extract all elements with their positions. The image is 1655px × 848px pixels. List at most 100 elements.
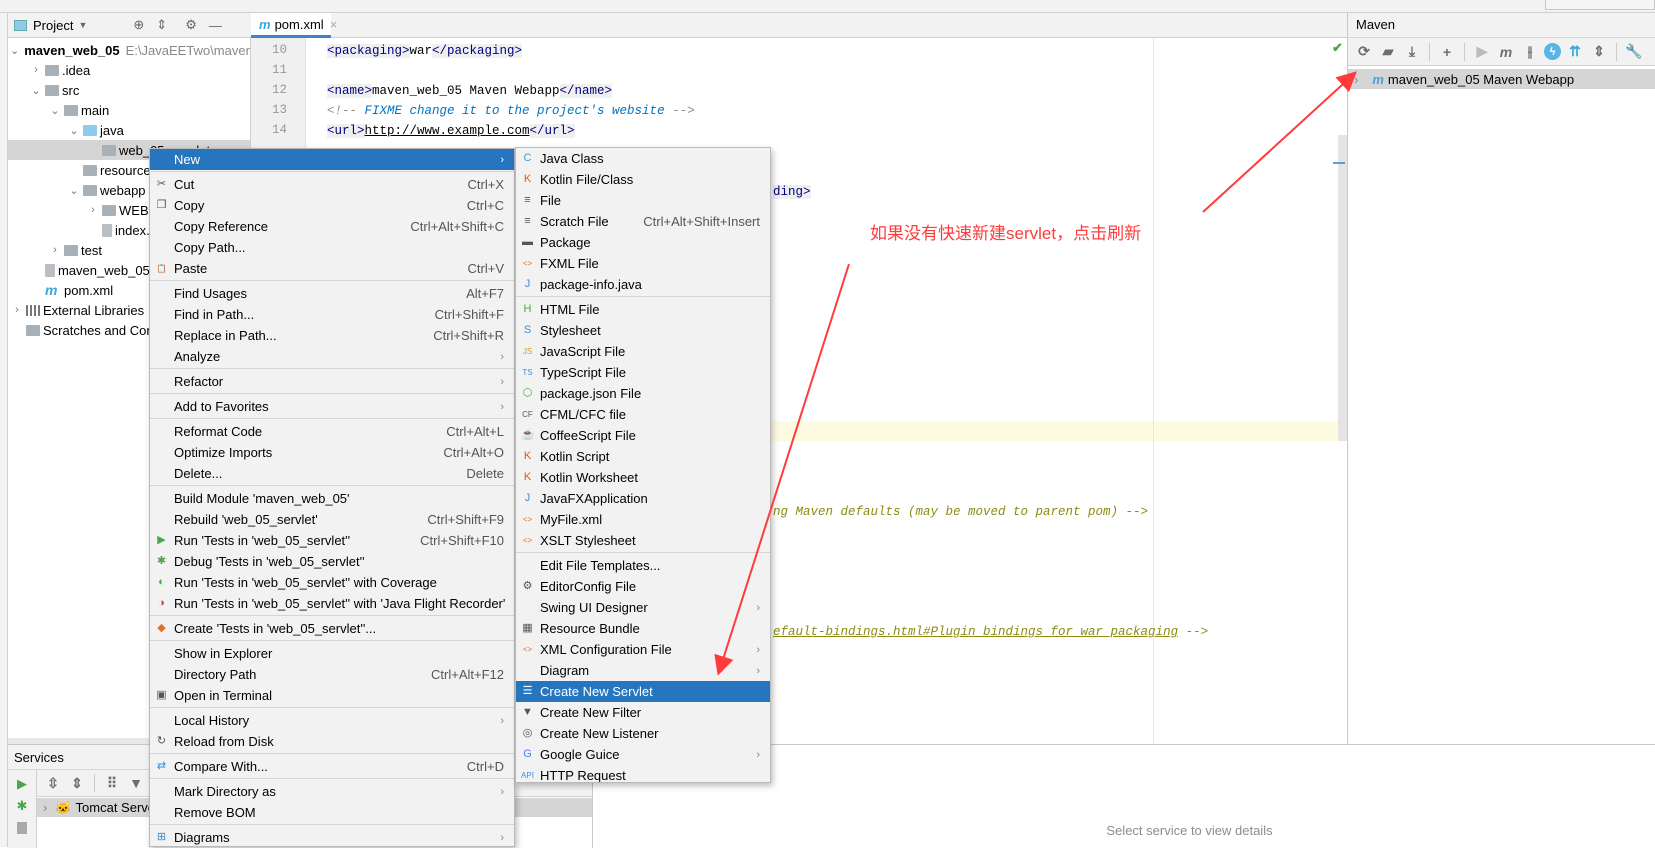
- add-maven-project-icon[interactable]: ▰: [1378, 42, 1398, 62]
- expand-all-icon[interactable]: ⇳: [43, 773, 63, 793]
- menu-item-show-in-explorer[interactable]: Show in Explorer: [150, 643, 514, 664]
- menu-item-cfml-cfc-file[interactable]: CF CFML/CFC file: [516, 404, 770, 425]
- menu-item-create-tests-in-web-05-servlet[interactable]: ◆ Create 'Tests in 'web_05_servlet''...: [150, 618, 514, 639]
- menu-item-directory-path[interactable]: Directory Path Ctrl+Alt+F12: [150, 664, 514, 685]
- maven-goal-icon[interactable]: m: [1496, 42, 1516, 62]
- collapse-all-icon[interactable]: ⇕: [156, 17, 167, 33]
- menu-item-diagram[interactable]: Diagram ›: [516, 660, 770, 681]
- download-icon[interactable]: ⤓: [1402, 42, 1422, 62]
- collapse-all-icon[interactable]: ⇕: [67, 773, 87, 793]
- editor-scrollbar[interactable]: [1338, 135, 1347, 441]
- run-configuration-selector[interactable]: [1545, 0, 1655, 10]
- maven-project-item[interactable]: › m maven_web_05 Maven Webapp: [1348, 69, 1655, 89]
- menu-item-find-in-path[interactable]: Find in Path... Ctrl+Shift+F: [150, 304, 514, 325]
- menu-item-analyze[interactable]: Analyze ›: [150, 346, 514, 367]
- menu-item-copy-reference[interactable]: Copy Reference Ctrl+Alt+Shift+C: [150, 216, 514, 237]
- filter-icon[interactable]: ▼: [126, 773, 146, 793]
- menu-item-fxml-file[interactable]: <> FXML File: [516, 253, 770, 274]
- menu-item-http-request[interactable]: API HTTP Request: [516, 765, 770, 782]
- menu-item-file[interactable]: ≡ File: [516, 190, 770, 211]
- menu-item-run-tests-in-web-05-servlet[interactable]: ▶ Run 'Tests in 'web_05_servlet'' Ctrl+Shi…: [150, 530, 514, 551]
- menu-item-open-in-terminal[interactable]: ▣ Open in Terminal: [150, 685, 514, 706]
- menu-item-edit-file-templates[interactable]: Edit File Templates...: [516, 555, 770, 576]
- chevron-right-icon[interactable]: ›: [29, 64, 43, 76]
- chevron-down-icon[interactable]: ▼: [78, 20, 87, 30]
- menu-item-replace-in-path[interactable]: Replace in Path... Ctrl+Shift+R: [150, 325, 514, 346]
- menu-item-coffeescript-file[interactable]: ☕ CoffeeScript File: [516, 425, 770, 446]
- run-icon[interactable]: ▶: [8, 776, 36, 792]
- run-icon[interactable]: ▶: [1472, 42, 1492, 62]
- menu-item-rebuild-web-05-servlet[interactable]: Rebuild 'web_05_servlet' Ctrl+Shift+F9: [150, 509, 514, 530]
- menu-item-myfile-xml[interactable]: <> MyFile.xml: [516, 509, 770, 530]
- chevron-right-icon[interactable]: ›: [86, 204, 100, 216]
- menu-item-reload-from-disk[interactable]: ↻ Reload from Disk: [150, 731, 514, 752]
- tab-pom-xml[interactable]: m pom.xml ×: [251, 13, 337, 38]
- menu-item-compare-with[interactable]: ⇄ Compare With... Ctrl+D: [150, 756, 514, 777]
- menu-item-javafxapplication[interactable]: J JavaFXApplication: [516, 488, 770, 509]
- menu-item-create-new-listener[interactable]: ◎ Create New Listener: [516, 723, 770, 744]
- menu-item-create-new-servlet[interactable]: ☰ Create New Servlet: [516, 681, 770, 702]
- menu-item-javascript-file[interactable]: JS JavaScript File: [516, 341, 770, 362]
- menu-item-run-tests-in-web-05-servlet-with-coverage[interactable]: ◐ Run 'Tests in 'web_05_servlet'' with Co…: [150, 572, 514, 593]
- stop-icon[interactable]: [17, 822, 27, 834]
- menu-item-package-info-java[interactable]: Jpackage-info.java: [516, 274, 770, 295]
- menu-item-xml-configuration-file[interactable]: <> XML Configuration File ›: [516, 639, 770, 660]
- gear-icon[interactable]: ⚙: [185, 17, 197, 33]
- menu-item-run-tests-in-web-05-servlet-with-java-flight-recorder[interactable]: ◑ Run 'Tests in 'web_05_servlet'' with 'J…: [150, 593, 514, 614]
- menu-item-remove-bom[interactable]: Remove BOM: [150, 802, 514, 823]
- menu-item-kotlin-worksheet[interactable]: K Kotlin Worksheet: [516, 467, 770, 488]
- menu-item-mark-directory-as[interactable]: Mark Directory as ›: [150, 781, 514, 802]
- menu-item-cut[interactable]: ✂ Cut Ctrl+X: [150, 174, 514, 195]
- menu-item-create-new-filter[interactable]: ▼ Create New Filter: [516, 702, 770, 723]
- refresh-icon[interactable]: ⟳: [1354, 42, 1374, 62]
- menu-item-scratch-file[interactable]: ≡ Scratch File Ctrl+Alt+Shift+Insert: [516, 211, 770, 232]
- menu-item-resource-bundle[interactable]: ▦ Resource Bundle: [516, 618, 770, 639]
- tree-item-main[interactable]: ⌄ main: [8, 100, 250, 120]
- menu-item-add-to-favorites[interactable]: Add to Favorites ›: [150, 396, 514, 417]
- settings-wrench-icon[interactable]: 🔧: [1624, 42, 1644, 62]
- menu-item-copy[interactable]: ❐ Copy Ctrl+C: [150, 195, 514, 216]
- menu-item-copy-path[interactable]: Copy Path...: [150, 237, 514, 258]
- chevron-down-icon[interactable]: ⌄: [48, 104, 62, 117]
- toggle-offline-icon[interactable]: ⫲: [1520, 42, 1540, 62]
- menu-item-html-file[interactable]: H HTML File: [516, 299, 770, 320]
- tree-item-src[interactable]: ⌄ src: [8, 80, 250, 100]
- menu-item-reformat-code[interactable]: Reformat Code Ctrl+Alt+L: [150, 421, 514, 442]
- chevron-right-icon[interactable]: ›: [43, 800, 47, 815]
- menu-item-diagrams[interactable]: ⊞ Diagrams ›: [150, 827, 514, 846]
- chevron-down-icon[interactable]: ⌄: [29, 84, 43, 97]
- chevron-down-icon[interactable]: ⌄: [10, 44, 19, 57]
- skip-tests-icon[interactable]: ϟ: [1544, 43, 1561, 60]
- menu-item-package[interactable]: ▬ Package: [516, 232, 770, 253]
- menu-item-optimize-imports[interactable]: Optimize Imports Ctrl+Alt+O: [150, 442, 514, 463]
- project-view-selector[interactable]: Project: [33, 18, 73, 33]
- chevron-right-icon[interactable]: ›: [48, 244, 62, 256]
- menu-item-new[interactable]: New ›: [150, 149, 514, 170]
- chevron-right-icon[interactable]: ›: [1354, 72, 1358, 87]
- tree-item-maven-web-05[interactable]: ⌄ maven_web_05 E:\JavaEETwo\maven_web_05: [8, 40, 250, 60]
- menu-item-typescript-file[interactable]: TS TypeScript File: [516, 362, 770, 383]
- tree-item-java[interactable]: ⌄ java: [8, 120, 250, 140]
- chevron-right-icon[interactable]: ›: [10, 304, 24, 316]
- chevron-down-icon[interactable]: ⌄: [67, 184, 81, 197]
- menu-item-delete[interactable]: Delete... Delete: [150, 463, 514, 484]
- group-by-icon[interactable]: ⠿: [102, 773, 122, 793]
- debug-icon[interactable]: ✱: [8, 798, 36, 814]
- menu-item-build-module-maven-web-05[interactable]: Build Module 'maven_web_05': [150, 488, 514, 509]
- hide-icon[interactable]: —: [209, 18, 222, 33]
- menu-item-kotlin-script[interactable]: K Kotlin Script: [516, 446, 770, 467]
- menu-item-google-guice[interactable]: G Google Guice ›: [516, 744, 770, 765]
- menu-item-java-class[interactable]: C Java Class: [516, 148, 770, 169]
- menu-item-xslt-stylesheet[interactable]: <> XSLT Stylesheet: [516, 530, 770, 551]
- menu-item-swing-ui-designer[interactable]: Swing UI Designer ›: [516, 597, 770, 618]
- menu-item-kotlin-file-class[interactable]: K Kotlin File/Class: [516, 169, 770, 190]
- tree-item-idea[interactable]: › .idea: [8, 60, 250, 80]
- menu-item-package-json-file[interactable]: ⬡ package.json File: [516, 383, 770, 404]
- locate-icon[interactable]: ⊕: [133, 17, 144, 33]
- menu-item-stylesheet[interactable]: S Stylesheet: [516, 320, 770, 341]
- show-dependencies-icon[interactable]: ⇈: [1565, 42, 1585, 62]
- menu-item-paste[interactable]: 📋 Paste Ctrl+V: [150, 258, 514, 279]
- plus-icon[interactable]: +: [1437, 42, 1457, 62]
- close-icon[interactable]: ×: [330, 17, 338, 32]
- menu-item-local-history[interactable]: Local History ›: [150, 710, 514, 731]
